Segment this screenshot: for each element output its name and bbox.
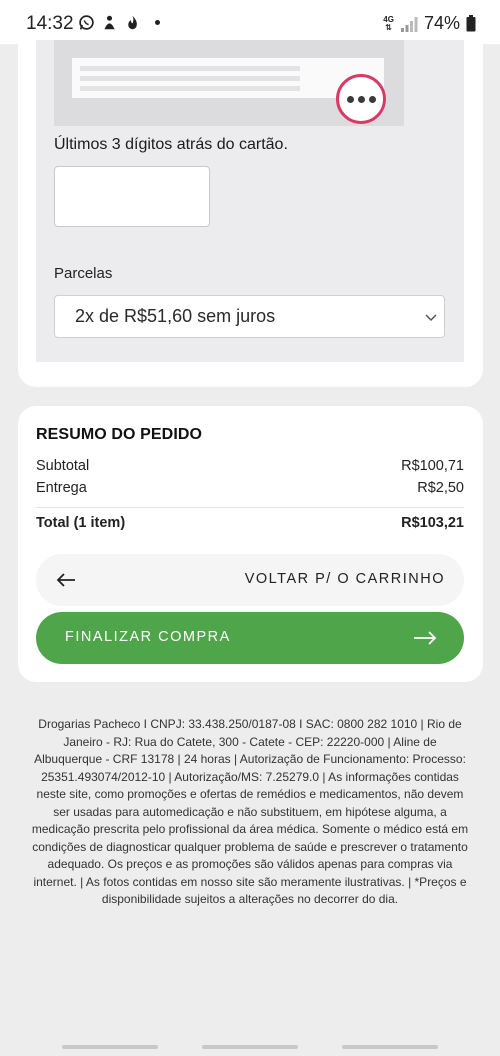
- delivery-label: Entrega: [36, 480, 87, 496]
- total-row: Total (1 item) R$103,21: [36, 515, 464, 531]
- back-to-cart-button[interactable]: VOLTAR P/ O CARRINHO: [36, 554, 464, 606]
- arrow-right-icon: [414, 631, 437, 645]
- installments-selected-value: 2x de R$51,60 sem juros: [75, 306, 276, 326]
- network-type: 4G ⇅: [383, 14, 394, 32]
- subtotal-label: Subtotal: [36, 458, 90, 474]
- total-value: R$103,21: [401, 515, 464, 531]
- installments-select[interactable]: 2x de R$51,60 sem juros: [54, 295, 445, 338]
- summary-divider: [36, 507, 464, 508]
- summary-title: RESUMO DO PEDIDO: [36, 426, 203, 443]
- cvv-input[interactable]: [54, 166, 210, 227]
- subtotal-row: Subtotal R$100,71: [36, 458, 464, 474]
- strip-line: [80, 76, 300, 81]
- fire-icon: [128, 15, 137, 30]
- nav-back-button[interactable]: [342, 1045, 438, 1049]
- cvv-label: Últimos 3 dígitos atrás do cartão.: [54, 136, 288, 153]
- status-system-icons: 4G ⇅ 74%: [383, 13, 476, 34]
- nav-recent-button[interactable]: [62, 1045, 158, 1049]
- status-bar: 14:32 4G ⇅ 74%: [0, 0, 500, 44]
- card-signature-strip: [72, 58, 386, 124]
- subtotal-value: R$100,71: [401, 458, 464, 474]
- battery-icon: [466, 15, 476, 32]
- nav-home-button[interactable]: [202, 1045, 298, 1049]
- delivery-row: Entrega R$2,50: [36, 480, 464, 496]
- status-time: 14:32: [26, 13, 74, 34]
- order-summary-card: RESUMO DO PEDIDO Subtotal R$100,71 Entre…: [18, 406, 483, 682]
- strip-line: [80, 66, 300, 71]
- battery-percent: 74%: [423, 13, 460, 33]
- delivery-value: R$2,50: [417, 480, 464, 496]
- finish-purchase-label: FINALIZAR COMPRA: [65, 629, 231, 645]
- cvv-dots-icon: [336, 74, 386, 124]
- cvv-illustration: [54, 40, 404, 126]
- card-payment-panel: Últimos 3 dígitos atrás do cartão. Parce…: [36, 40, 464, 362]
- strip-line: [80, 86, 300, 91]
- arrow-left-icon: [56, 573, 75, 587]
- total-label: Total (1 item): [36, 515, 126, 531]
- signal-icon: [400, 16, 418, 32]
- whatsapp-icon: [79, 15, 94, 30]
- system-nav-bar: [0, 1040, 500, 1056]
- status-notification-icons: [78, 14, 160, 31]
- back-to-cart-label: VOLTAR P/ O CARRINHO: [244, 571, 445, 587]
- installments-label: Parcelas: [54, 265, 113, 282]
- app-icon: [104, 15, 115, 30]
- finish-purchase-button[interactable]: FINALIZAR COMPRA: [36, 612, 464, 664]
- chevron-down-icon: [425, 314, 437, 322]
- more-notifications-dot: [155, 20, 160, 25]
- payment-card: Últimos 3 dígitos atrás do cartão. Parce…: [18, 40, 483, 387]
- legal-footer: Drogarias Pacheco I CNPJ: 33.438.250/018…: [31, 717, 469, 906]
